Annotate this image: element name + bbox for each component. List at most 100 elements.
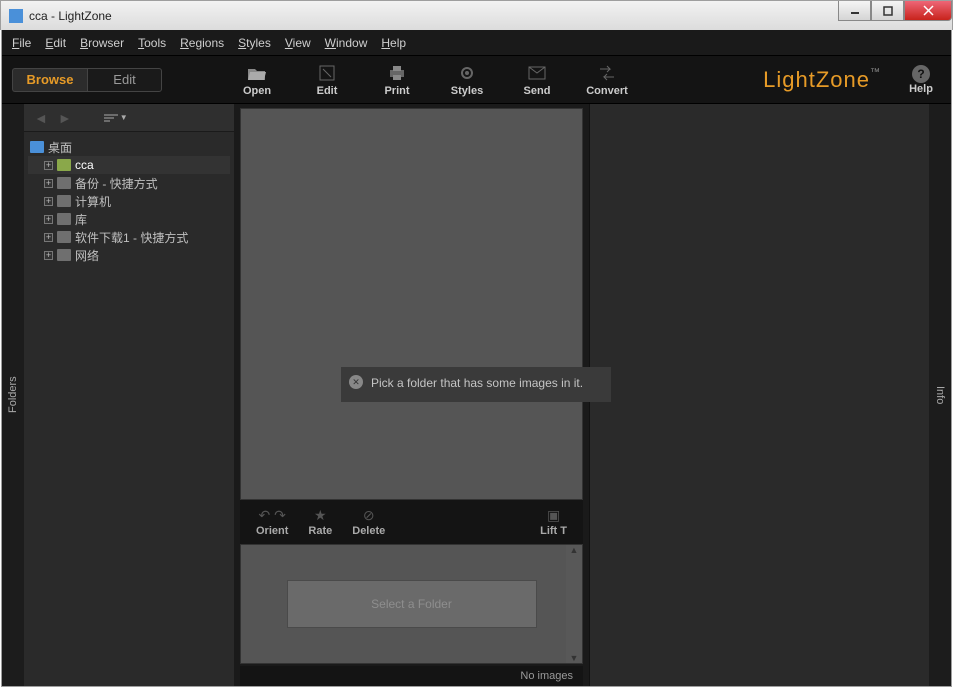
mode-browse[interactable]: Browse: [12, 68, 87, 92]
expand-icon[interactable]: +: [44, 161, 53, 170]
window-title: cca - LightZone: [29, 9, 112, 23]
expand-icon[interactable]: +: [44, 215, 53, 224]
chevron-down-icon: ▼: [120, 113, 128, 122]
tool-open[interactable]: Open: [222, 63, 292, 97]
preview-area: ✕ Pick a folder that has some images in …: [240, 108, 583, 500]
printer-icon: [387, 63, 407, 83]
scroll-up-icon[interactable]: ▲: [570, 545, 579, 555]
tree-item[interactable]: + 备份 - 快捷方式: [28, 174, 230, 192]
logo: LightZone™: [763, 67, 881, 93]
tree-item-label: cca: [75, 158, 94, 172]
tool-print-label: Print: [384, 85, 409, 97]
mid-toolbar: ↶ ↷ Orient ★ Rate ⊘ Delete ▣ Lift T: [240, 500, 583, 544]
folder-icon: [57, 177, 71, 189]
tool-print[interactable]: Print: [362, 63, 432, 97]
sort-lines-icon: [104, 113, 118, 123]
body: Folders ◄ ► ▼ 桌面 + cca: [2, 104, 951, 686]
expand-icon[interactable]: +: [44, 197, 53, 206]
close-icon[interactable]: ✕: [349, 375, 363, 389]
app-frame: File Edit Browser Tools Regions Styles V…: [1, 30, 952, 687]
lift-icon: ▣: [547, 507, 560, 523]
tool-orient[interactable]: ↶ ↷ Orient: [256, 507, 288, 537]
mode-switch: Browse Edit: [12, 68, 162, 92]
user-folder-icon: [57, 159, 71, 171]
info-tab[interactable]: Info: [929, 104, 951, 686]
close-button[interactable]: [904, 1, 952, 21]
folder-open-icon: [247, 63, 267, 83]
center-panel: ✕ Pick a folder that has some images in …: [234, 104, 589, 686]
tool-delete[interactable]: ⊘ Delete: [352, 507, 385, 537]
hint-tooltip: ✕ Pick a folder that has some images in …: [341, 367, 611, 402]
tool-orient-label: Orient: [256, 525, 288, 537]
mode-edit[interactable]: Edit: [87, 68, 162, 92]
tool-help[interactable]: ? Help: [901, 65, 941, 95]
sort-button[interactable]: ▼: [104, 113, 128, 123]
hint-text: Pick a folder that has some images in it…: [371, 376, 583, 390]
maximize-button[interactable]: [871, 1, 904, 21]
nav-forward-icon[interactable]: ►: [58, 110, 72, 126]
menu-help[interactable]: Help: [381, 36, 406, 50]
tree-item[interactable]: + 计算机: [28, 192, 230, 210]
menu-view[interactable]: View: [285, 36, 311, 50]
folders-toolbar: ◄ ► ▼: [24, 104, 234, 132]
star-icon: ★: [314, 507, 327, 523]
menu-tools[interactable]: Tools: [138, 36, 166, 50]
tool-styles-label: Styles: [451, 85, 483, 97]
tree-item[interactable]: + 库: [28, 210, 230, 228]
tool-styles[interactable]: Styles: [432, 63, 502, 97]
toolbar: Browse Edit Open Edit Print Styles Send …: [2, 56, 951, 104]
expand-icon[interactable]: +: [44, 179, 53, 188]
tree-item-label: 备份 - 快捷方式: [75, 175, 158, 192]
folders-tab[interactable]: Folders: [2, 104, 24, 686]
tree-item[interactable]: + 软件下载1 - 快捷方式: [28, 228, 230, 246]
tool-send-label: Send: [524, 85, 551, 97]
tool-convert-label: Convert: [586, 85, 628, 97]
envelope-icon: [527, 63, 547, 83]
menu-file[interactable]: File: [12, 36, 31, 50]
tree-root-label: 桌面: [48, 139, 72, 156]
menu-window[interactable]: Window: [325, 36, 368, 50]
folder-tree[interactable]: 桌面 + cca + 备份 - 快捷方式 + 计算机: [24, 132, 234, 686]
tree-item-label: 网络: [75, 247, 99, 264]
gear-icon: [457, 63, 477, 83]
window-controls: [838, 1, 952, 21]
tree-item-label: 计算机: [75, 193, 111, 210]
folder-icon: [57, 195, 71, 207]
tool-rate[interactable]: ★ Rate: [308, 507, 332, 537]
minimize-button[interactable]: [838, 1, 871, 21]
select-folder-button[interactable]: Select a Folder: [287, 580, 537, 628]
folder-icon: [57, 213, 71, 225]
tool-lift[interactable]: ▣ Lift T: [540, 507, 567, 537]
thumbnail-strip: Select a Folder ▲ ▼: [240, 544, 583, 664]
tree-item-label: 库: [75, 211, 87, 228]
expand-icon[interactable]: +: [44, 251, 53, 260]
logo-text: LightZone: [763, 67, 870, 92]
tool-rate-label: Rate: [308, 525, 332, 537]
tool-help-label: Help: [909, 83, 933, 95]
nav-back-icon[interactable]: ◄: [34, 110, 48, 126]
logo-tm: ™: [870, 67, 881, 78]
tree-item-label: 软件下载1 - 快捷方式: [75, 229, 188, 246]
convert-icon: [597, 63, 617, 83]
help-icon: ?: [912, 65, 930, 83]
menu-edit[interactable]: Edit: [45, 36, 66, 50]
tree-item-cca[interactable]: + cca: [28, 156, 230, 174]
pencil-icon: [317, 63, 337, 83]
nodelete-icon: ⊘: [363, 507, 375, 523]
tool-convert[interactable]: Convert: [572, 63, 642, 97]
menubar: File Edit Browser Tools Regions Styles V…: [2, 30, 951, 56]
scroll-down-icon[interactable]: ▼: [570, 653, 579, 663]
status-text: No images: [520, 670, 573, 682]
tool-edit-label: Edit: [317, 85, 338, 97]
tool-send[interactable]: Send: [502, 63, 572, 97]
menu-regions[interactable]: Regions: [180, 36, 224, 50]
menu-browser[interactable]: Browser: [80, 36, 124, 50]
rotate-icon: ↶ ↷: [259, 507, 286, 523]
desktop-icon: [30, 141, 44, 153]
expand-icon[interactable]: +: [44, 233, 53, 242]
tool-edit[interactable]: Edit: [292, 63, 362, 97]
scrollbar[interactable]: ▲ ▼: [566, 545, 582, 663]
menu-styles[interactable]: Styles: [238, 36, 271, 50]
tree-item[interactable]: + 网络: [28, 246, 230, 264]
tree-root[interactable]: 桌面: [28, 138, 230, 156]
